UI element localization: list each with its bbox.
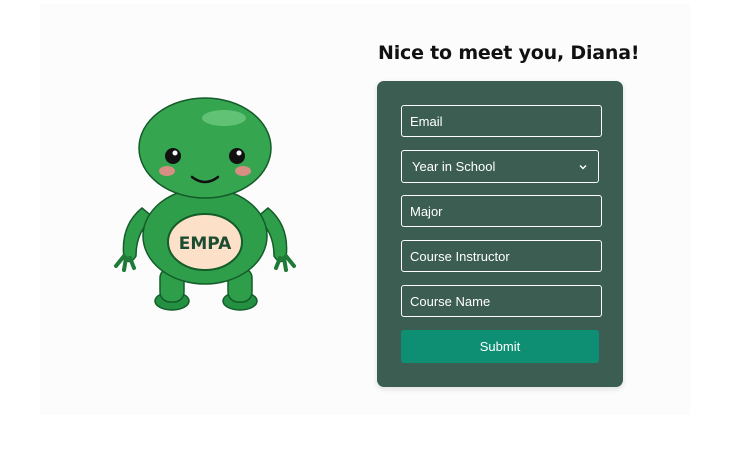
course-name-input[interactable]: [401, 285, 602, 317]
chevron-down-icon: [579, 164, 587, 169]
greeting-heading: Nice to meet you, Diana!: [378, 42, 640, 64]
submit-button[interactable]: Submit: [401, 330, 599, 363]
mascot-robot-illustration: EMPA: [114, 97, 296, 311]
year-in-school-select[interactable]: Year in School: [401, 150, 599, 183]
year-in-school-value: Year in School: [412, 159, 496, 174]
major-input[interactable]: [401, 195, 602, 227]
email-input[interactable]: [401, 105, 602, 137]
course-info-form: Year in School Submit: [377, 81, 623, 387]
course-instructor-input[interactable]: [401, 240, 602, 272]
mascot-badge-text: EMPA: [179, 234, 232, 254]
